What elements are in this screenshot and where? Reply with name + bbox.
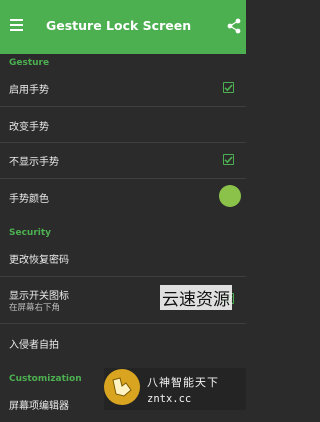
pref-change-gesture-title: 改变手势 — [9, 122, 49, 133]
section-header-gesture: Gesture — [9, 58, 50, 68]
pref-screen-item-editor-title: 屏幕项编辑器 — [9, 401, 69, 412]
pref-change-recovery-password-title: 更改恢复密码 — [9, 255, 69, 266]
section-header-security: Security — [9, 228, 52, 238]
page-title: Gesture Lock Screen — [46, 18, 192, 33]
watermark-logo-icon — [104, 369, 140, 405]
app-toolbar: Gesture Lock Screen — [0, 0, 246, 54]
pref-intruder-selfie-title: 入侵者自拍 — [9, 340, 59, 351]
enable-gesture-checkbox[interactable] — [223, 82, 234, 93]
pref-show-switch-icon-summary: 在屏幕右下角 — [9, 303, 61, 313]
pref-show-switch-icon-title: 显示开关图标 — [9, 291, 69, 302]
watermark-text: 云速资源 — [160, 285, 232, 310]
watermark-line-2: zntx.cc — [147, 393, 192, 405]
pref-gesture-color-title: 手势颜色 — [9, 194, 49, 205]
hide-gesture-checkbox[interactable] — [223, 154, 234, 165]
pref-hide-gesture-title: 不显示手势 — [9, 157, 59, 168]
share-icon[interactable] — [227, 18, 241, 34]
hamburger-menu-icon[interactable] — [10, 19, 23, 31]
pref-enable-gesture-title: 启用手势 — [9, 85, 49, 96]
gesture-color-swatch[interactable] — [219, 185, 241, 207]
section-header-customization: Customization — [9, 374, 82, 384]
watermark-line-1: 八神智能天下 — [147, 376, 219, 389]
